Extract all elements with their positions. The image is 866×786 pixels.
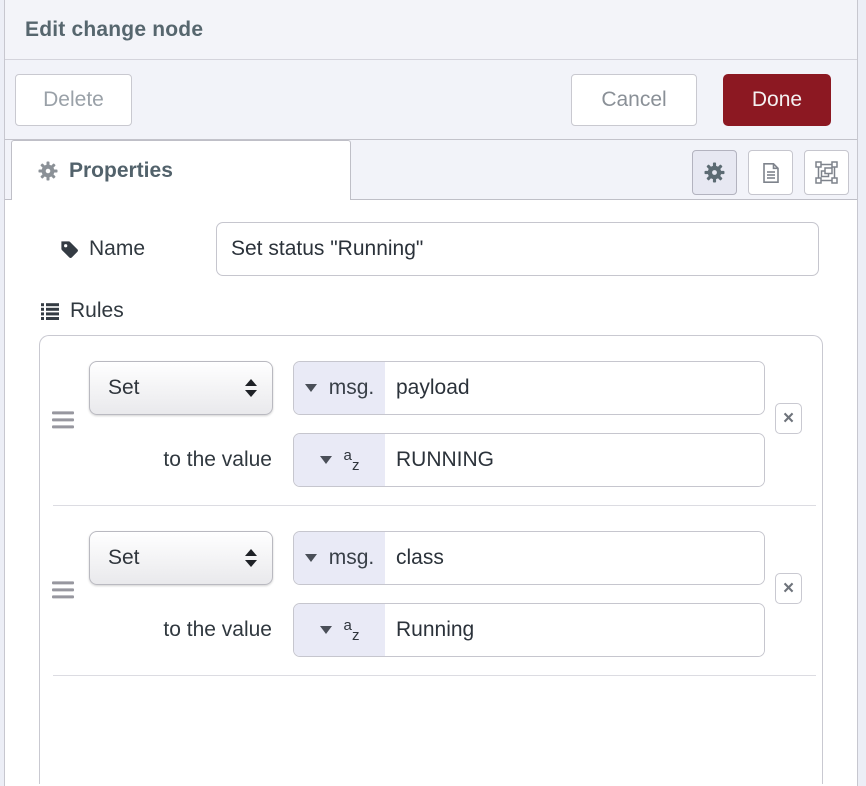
gear-icon [704, 162, 725, 183]
edit-node-dialog: Edit change node Delete Cancel Done [4, 0, 858, 786]
gear-icon [38, 161, 58, 181]
rule-row: Set msg. to the value [40, 336, 822, 505]
rule-action-value: Set [108, 376, 140, 400]
rule-value-line: to the value a z [89, 603, 822, 657]
dialog-title: Edit change node [25, 18, 203, 42]
value-type-button[interactable]: a z [294, 604, 385, 656]
remove-rule-button[interactable]: × [775, 573, 802, 604]
appearance-icon [814, 160, 839, 185]
appearance-section-button[interactable] [804, 150, 849, 195]
description-section-button[interactable] [748, 150, 793, 195]
drag-handle-icon[interactable] [50, 575, 76, 604]
select-arrows-icon [245, 549, 257, 567]
chevron-down-icon [305, 384, 317, 392]
tab-properties[interactable]: Properties [11, 140, 351, 200]
value-type-button[interactable]: a z [294, 434, 385, 486]
rule-divider [53, 675, 816, 676]
rule-action-select[interactable]: Set [89, 361, 273, 415]
rule-value-line: to the value a z [89, 433, 822, 487]
tag-icon [59, 239, 80, 260]
property-typed-input: msg. [293, 531, 765, 585]
rule-action-select[interactable]: Set [89, 531, 273, 585]
rules-label-group: Rules [39, 299, 857, 323]
property-input[interactable] [385, 362, 764, 414]
property-type-button[interactable]: msg. [294, 532, 385, 584]
rules-label: Rules [70, 299, 124, 323]
remove-rule-button[interactable]: × [775, 403, 802, 434]
done-button[interactable]: Done [723, 74, 831, 126]
rule-row: Set msg. to the value [40, 506, 822, 675]
property-type-label: msg. [329, 546, 375, 570]
property-input[interactable] [385, 532, 764, 584]
string-type-icon: a z [344, 450, 360, 471]
value-input[interactable] [385, 604, 764, 656]
string-type-icon: a z [344, 620, 360, 641]
property-type-button[interactable]: msg. [294, 362, 385, 414]
toolbar-right-group: Cancel Done [571, 74, 831, 126]
chevron-down-icon [305, 554, 317, 562]
dialog-toolbar: Delete Cancel Done [5, 60, 857, 140]
properties-form: Name Rules Set [5, 222, 857, 786]
chevron-down-icon [320, 626, 332, 634]
list-icon [39, 300, 61, 322]
name-label-group: Name [59, 237, 216, 261]
value-typed-input: a z [293, 433, 765, 487]
rule-property-line: Set msg. [89, 361, 822, 415]
rules-list: Set msg. to the value [39, 335, 823, 784]
dialog-header: Edit change node [5, 0, 857, 60]
property-type-label: msg. [329, 376, 375, 400]
chevron-down-icon [320, 456, 332, 464]
rule-action-value: Set [108, 546, 140, 570]
delete-button[interactable]: Delete [15, 74, 132, 126]
drag-handle-icon[interactable] [50, 405, 76, 434]
value-input[interactable] [385, 434, 764, 486]
name-row: Name [59, 222, 819, 276]
rule-property-line: Set msg. [89, 531, 822, 585]
editor-tabbar: Properties [5, 140, 857, 200]
select-arrows-icon [245, 379, 257, 397]
cancel-button[interactable]: Cancel [571, 74, 697, 126]
document-icon [759, 161, 783, 185]
tab-icon-buttons [692, 150, 849, 195]
to-the-value-label: to the value [89, 448, 273, 472]
property-typed-input: msg. [293, 361, 765, 415]
to-the-value-label: to the value [89, 618, 273, 642]
tab-properties-label: Properties [69, 159, 173, 183]
name-label: Name [89, 237, 145, 261]
properties-section-button[interactable] [692, 150, 737, 195]
value-typed-input: a z [293, 603, 765, 657]
name-input[interactable] [216, 222, 819, 276]
